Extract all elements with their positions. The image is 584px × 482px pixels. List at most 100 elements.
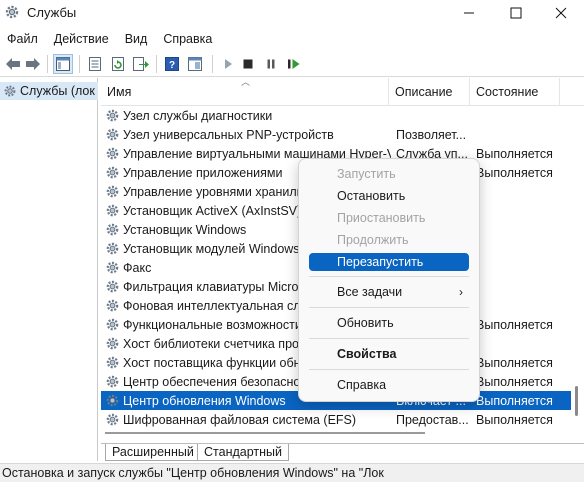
menu-file[interactable]: Файл	[0, 32, 46, 46]
column-state[interactable]: Состояние	[470, 78, 560, 106]
services-gear-icon	[4, 85, 16, 97]
console-tree-button[interactable]	[53, 54, 73, 74]
vertical-scrollbar[interactable]	[571, 106, 584, 438]
svg-text:?: ?	[169, 60, 175, 71]
export-button[interactable]	[131, 54, 151, 74]
minimize-button[interactable]	[446, 0, 492, 26]
service-gear-icon	[105, 146, 120, 164]
toolbar: ?	[0, 51, 584, 77]
service-gear-icon	[105, 241, 120, 259]
service-gear-icon	[105, 203, 120, 221]
close-button[interactable]	[538, 0, 584, 26]
forward-button[interactable]	[23, 54, 43, 74]
scrollbar-thumb[interactable]	[575, 386, 578, 416]
maximize-button[interactable]	[493, 0, 539, 26]
column-header-row: Имя ︿ Описание Состояние	[101, 78, 584, 106]
service-gear-icon	[105, 184, 120, 202]
service-gear-icon	[105, 336, 120, 354]
horizontal-scrollbar-thumb[interactable]	[105, 432, 425, 434]
service-gear-icon	[105, 317, 120, 335]
service-gear-icon	[105, 127, 120, 145]
start-service-button[interactable]	[218, 54, 238, 74]
service-name: Шифрованная файловая система (EFS)	[123, 412, 357, 427]
chevron-right-icon: ›	[459, 285, 463, 299]
service-gear-icon	[105, 393, 120, 411]
service-gear-icon	[105, 355, 120, 373]
sort-arrow-icon: ︿	[241, 78, 251, 87]
stop-icon	[243, 59, 253, 69]
restart-icon	[288, 59, 300, 69]
ctx-stop[interactable]: Остановить	[309, 187, 469, 205]
console-tree-pane: Службы (лок	[0, 78, 98, 461]
context-menu: Запустить Остановить Приостановить Продо…	[298, 158, 480, 402]
ctx-restart[interactable]: Перезапустить	[309, 253, 469, 271]
tree-item-label: Службы (лок	[20, 84, 95, 98]
menu-view[interactable]: Вид	[117, 32, 156, 46]
service-row[interactable]: Узел службы диагностики	[101, 106, 571, 125]
ctx-start[interactable]: Запустить	[309, 165, 469, 183]
service-state: Выполняется	[476, 412, 553, 427]
service-gear-icon	[105, 279, 120, 297]
horizontal-scrollbar[interactable]	[101, 428, 571, 438]
service-name: Узел службы диагностики	[123, 108, 273, 123]
status-text: Остановка и запуск службы "Центр обновле…	[2, 466, 384, 480]
service-gear-icon	[105, 298, 120, 316]
window-title: Службы	[27, 5, 77, 20]
service-state: Выполняется	[476, 146, 553, 161]
refresh-button[interactable]	[108, 54, 128, 74]
view-button[interactable]	[185, 54, 205, 74]
service-state: Выполняется	[476, 355, 553, 370]
service-description: Предостав...	[396, 412, 468, 427]
title-bar: Службы	[0, 0, 584, 26]
service-name: Узел универсальных PNP-устройств	[123, 127, 334, 142]
view-tabs: Расширенный Стандартный	[101, 443, 584, 461]
column-name[interactable]: Имя ︿	[101, 78, 389, 106]
ctx-help[interactable]: Справка	[309, 376, 469, 394]
service-gear-icon	[105, 374, 120, 392]
menu-bar: Файл Действие Вид Справка	[0, 28, 584, 50]
stop-service-button[interactable]	[238, 54, 258, 74]
back-button[interactable]	[3, 54, 23, 74]
forward-arrow-icon	[26, 58, 40, 70]
column-description[interactable]: Описание	[389, 78, 470, 106]
service-gear-icon	[105, 222, 120, 240]
column-name-label: Имя	[107, 85, 132, 99]
ctx-all-tasks[interactable]: Все задачи ›	[309, 283, 469, 301]
maximize-icon	[510, 7, 522, 19]
properties-list-icon	[89, 57, 101, 71]
tree-item-services-local[interactable]: Службы (лок	[0, 82, 98, 100]
restart-service-button[interactable]	[284, 54, 304, 74]
tab-extended[interactable]: Расширенный	[105, 444, 201, 461]
view-icon	[188, 57, 202, 71]
service-state: Выполняется	[476, 393, 553, 408]
status-bar: Остановка и запуск службы "Центр обновле…	[0, 463, 584, 482]
service-state: Выполняется	[476, 165, 553, 180]
pause-icon	[267, 59, 275, 69]
tab-standard[interactable]: Стандартный	[197, 444, 289, 461]
help-icon: ?	[165, 57, 179, 71]
export-icon	[133, 57, 149, 71]
ctx-all-tasks-label: Все задачи	[337, 285, 403, 299]
start-icon	[225, 59, 232, 69]
column-description-label: Описание	[395, 85, 453, 99]
service-description: Позволяет...	[396, 127, 467, 142]
service-row[interactable]: Узел универсальных PNP-устройств Позволяе…	[101, 125, 571, 144]
menu-action[interactable]: Действие	[46, 32, 117, 46]
service-gear-icon	[105, 260, 120, 278]
ctx-refresh[interactable]: Обновить	[309, 314, 469, 332]
service-gear-icon	[105, 165, 120, 183]
refresh-icon	[112, 57, 124, 71]
properties-list-button[interactable]	[85, 54, 105, 74]
pause-service-button[interactable]	[261, 54, 281, 74]
service-gear-icon	[105, 108, 120, 126]
ctx-properties[interactable]: Свойства	[309, 345, 469, 363]
menu-help[interactable]: Справка	[155, 32, 220, 46]
close-icon	[555, 7, 567, 19]
service-state: Выполняется	[476, 374, 553, 389]
ctx-pause[interactable]: Приостановить	[309, 209, 469, 227]
service-row[interactable]: Шифрованная файловая система (EFS) Предос…	[101, 410, 571, 429]
ctx-resume[interactable]: Продолжить	[309, 231, 469, 249]
back-arrow-icon	[6, 58, 20, 70]
help-button[interactable]: ?	[162, 54, 182, 74]
minimize-icon	[464, 12, 474, 14]
